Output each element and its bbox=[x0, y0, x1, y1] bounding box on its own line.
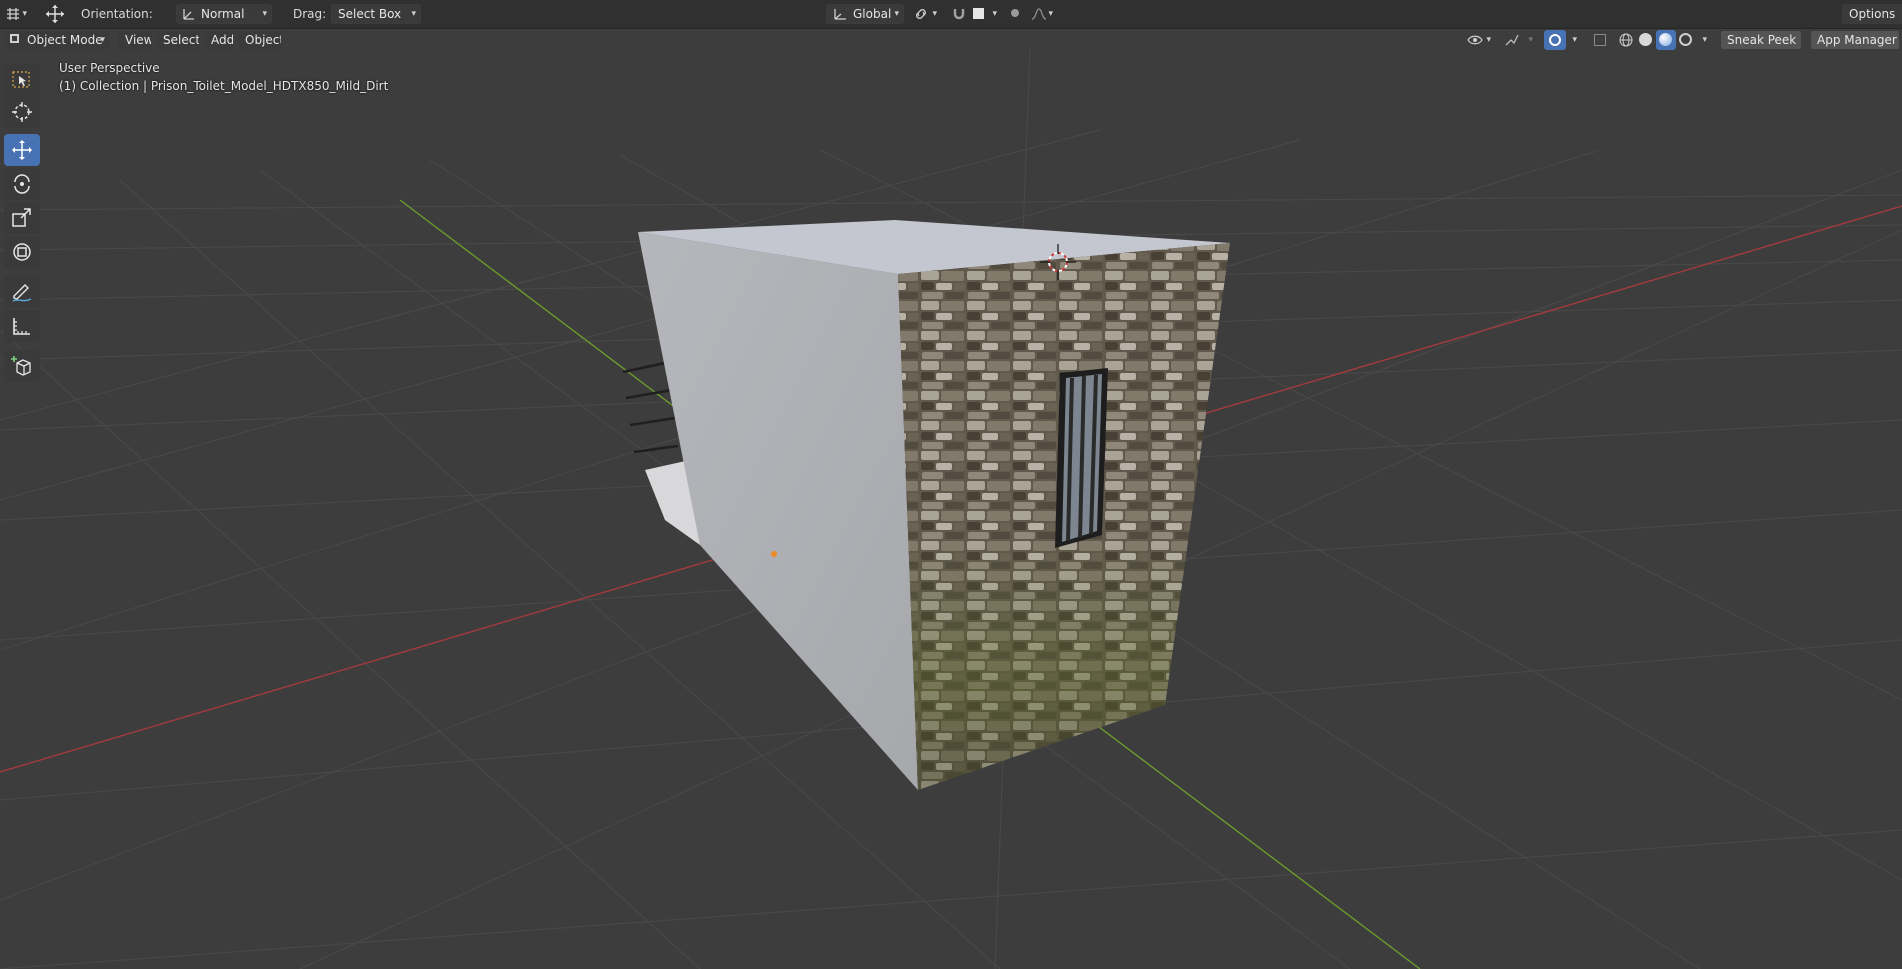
eye-icon bbox=[1467, 35, 1483, 45]
transform-space-dropdown[interactable]: Global ▾ bbox=[826, 4, 904, 24]
transform-axes-icon bbox=[834, 9, 846, 20]
tool-annotate[interactable] bbox=[4, 276, 40, 308]
move-icon bbox=[12, 140, 32, 160]
chevron-down-icon: ▾ bbox=[1486, 35, 1491, 45]
chevron-down-icon: ▾ bbox=[411, 9, 416, 19]
xray-toggle[interactable] bbox=[1590, 30, 1610, 50]
options-dropdown[interactable]: Options bbox=[1842, 4, 1902, 24]
chevron-down-icon: ▾ bbox=[992, 9, 997, 19]
drag-label: Drag: bbox=[293, 7, 327, 21]
solid-sphere-icon bbox=[1639, 33, 1652, 46]
chevron-down-icon: ▾ bbox=[894, 9, 899, 19]
menu-view[interactable]: View bbox=[118, 30, 152, 50]
collection-info: (1) Collection | Prison_Toilet_Model_HDT… bbox=[59, 79, 389, 93]
move-tool-icon bbox=[46, 5, 64, 23]
scale-icon bbox=[12, 208, 31, 227]
gizmo-icon bbox=[1505, 34, 1519, 46]
rendered-sphere-icon bbox=[1679, 33, 1692, 46]
menu-select[interactable]: Select bbox=[156, 30, 200, 50]
view-name: User Perspective bbox=[59, 61, 160, 75]
3d-viewport[interactable] bbox=[0, 0, 1902, 969]
orientation-icon bbox=[183, 9, 194, 20]
measure-ruler-icon bbox=[13, 318, 30, 335]
shading-solid[interactable] bbox=[1636, 30, 1656, 50]
pivot-point-dropdown[interactable]: ▾ bbox=[910, 4, 942, 24]
tool-rotate[interactable] bbox=[4, 168, 40, 200]
tool-settings-header: ▾ Orientation: Normal ▾ Drag: Select Box… bbox=[0, 0, 1902, 29]
app-manager-button[interactable]: App Manager bbox=[1810, 30, 1900, 50]
dot-circle-icon bbox=[1011, 9, 1019, 17]
options-label: Options bbox=[1849, 7, 1896, 21]
tool-move[interactable] bbox=[4, 134, 40, 166]
shading-dropdown[interactable]: ▾ bbox=[1696, 30, 1712, 50]
menu-add[interactable]: Add bbox=[204, 30, 234, 50]
chevron-down-icon: ▾ bbox=[100, 35, 105, 45]
link-icon bbox=[916, 9, 926, 19]
chevron-down-icon: ▾ bbox=[262, 9, 267, 19]
visibility-dropdown[interactable]: ▾ bbox=[1464, 30, 1496, 50]
tool-add-cube[interactable] bbox=[4, 350, 40, 382]
square-icon bbox=[973, 8, 984, 19]
viewport-header: Object Mode ▾ View Select Add Object ▾ ▾… bbox=[0, 28, 1902, 50]
tool-scale[interactable] bbox=[4, 202, 40, 234]
cursor-icon bbox=[12, 102, 32, 122]
chevron-down-icon: ▾ bbox=[932, 9, 937, 19]
proportional-editing-toggle[interactable] bbox=[1006, 4, 1026, 24]
mode-value: Object Mode bbox=[27, 33, 103, 47]
select-box-icon bbox=[12, 71, 30, 88]
chevron-down-icon: ▾ bbox=[1572, 35, 1577, 45]
snap-target-dropdown[interactable]: ▾ bbox=[970, 4, 1002, 24]
tool-transform[interactable] bbox=[4, 236, 40, 268]
shading-material-preview[interactable] bbox=[1656, 30, 1676, 50]
tool-measure[interactable] bbox=[4, 310, 40, 342]
mode-dropdown[interactable]: Object Mode ▾ bbox=[4, 30, 110, 50]
menu-object[interactable]: Object bbox=[238, 30, 282, 50]
tool-cursor[interactable] bbox=[4, 96, 40, 128]
overlays-dropdown[interactable]: ▾ bbox=[1566, 30, 1582, 50]
magnet-icon bbox=[953, 9, 965, 20]
shading-rendered[interactable] bbox=[1676, 30, 1696, 50]
chevron-down-icon: ▾ bbox=[1702, 35, 1707, 45]
wireframe-sphere-icon bbox=[1619, 33, 1633, 47]
editor-type-button[interactable]: ▾ bbox=[2, 4, 32, 24]
chevron-down-icon: ▾ bbox=[22, 9, 27, 19]
shading-wireframe[interactable] bbox=[1616, 30, 1636, 50]
object-mode-icon bbox=[10, 34, 19, 43]
orientation-label: Orientation: bbox=[81, 7, 153, 21]
falloff-dropdown[interactable]: ▾ bbox=[1028, 4, 1058, 24]
transform-space-value: Global bbox=[853, 7, 892, 21]
chevron-down-icon: ▾ bbox=[1528, 35, 1533, 45]
drag-value: Select Box bbox=[338, 7, 402, 21]
rotate-icon bbox=[14, 174, 30, 194]
overlay-circles-icon bbox=[1549, 34, 1561, 46]
chevron-down-icon: ▾ bbox=[1048, 9, 1053, 19]
sneak-peek-button[interactable]: Sneak Peek bbox=[1720, 30, 1802, 50]
xray-icon bbox=[1594, 34, 1606, 46]
annotate-pencil-icon bbox=[12, 284, 32, 302]
orientation-value: Normal bbox=[201, 7, 245, 21]
gizmo-dropdown[interactable]: ▾ bbox=[1502, 30, 1538, 50]
grid-editor-icon bbox=[7, 8, 19, 20]
tool-select-box[interactable] bbox=[4, 64, 40, 96]
material-sphere-icon bbox=[1659, 33, 1672, 46]
falloff-curve-icon bbox=[1031, 8, 1047, 20]
snap-toggle[interactable] bbox=[948, 4, 970, 24]
orientation-dropdown[interactable]: Normal ▾ bbox=[176, 4, 272, 24]
drag-dropdown[interactable]: Select Box ▾ bbox=[331, 4, 421, 24]
add-cube-icon bbox=[11, 356, 31, 376]
overlays-toggle[interactable] bbox=[1544, 30, 1566, 50]
transform-icon bbox=[13, 243, 31, 261]
